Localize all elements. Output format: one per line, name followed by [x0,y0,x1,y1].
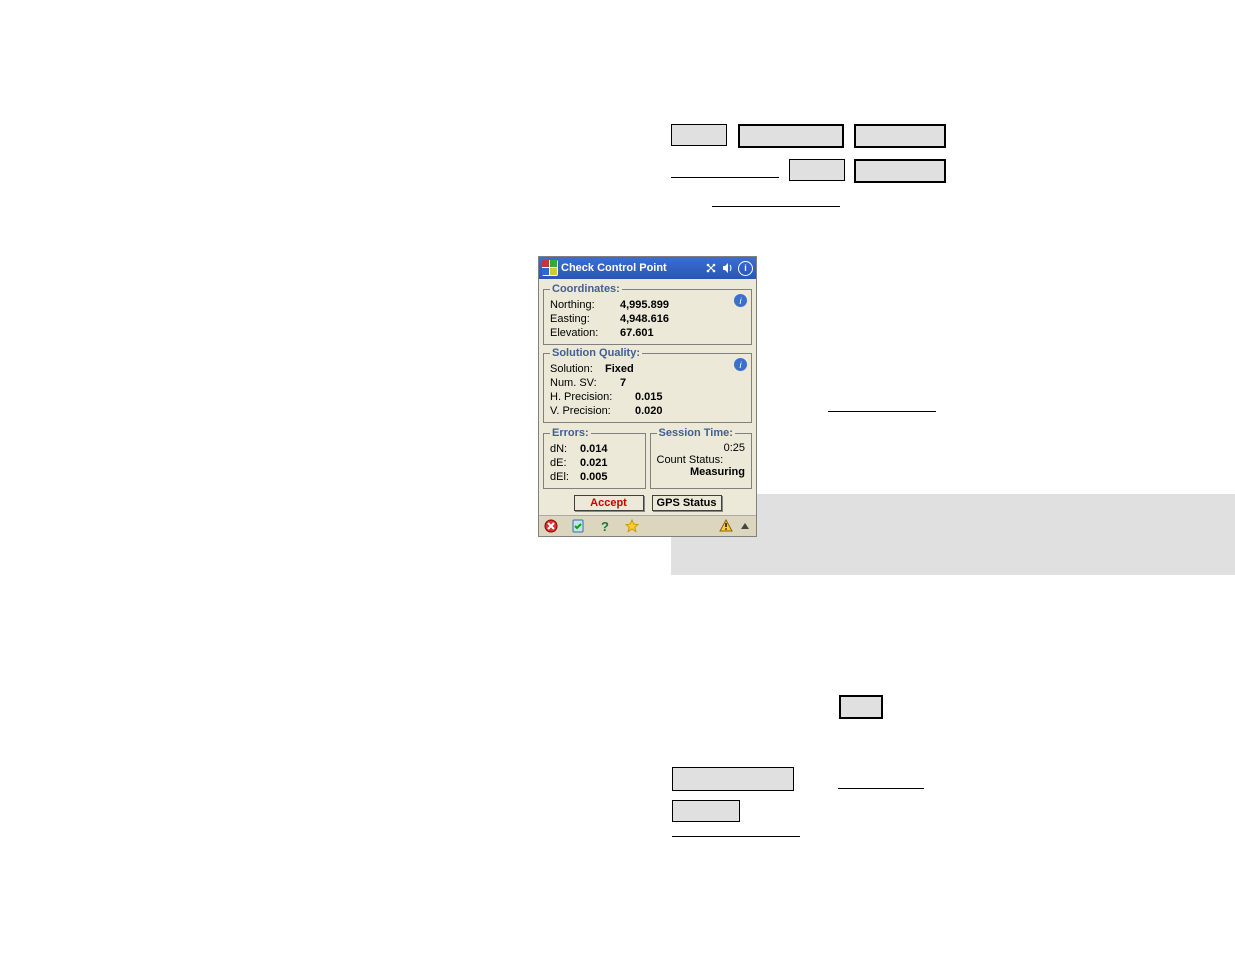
decor-box [789,159,845,181]
decor-box [672,800,740,822]
errors-group: Errors: dN:0.014 dE:0.021 dEl:0.005 [543,427,646,489]
arrow-up-icon[interactable] [737,519,752,534]
gps-status-button[interactable]: GPS Status [652,495,722,511]
dn-value: 0.014 [580,442,608,456]
coordinates-group: Coordinates: i Northing:4,995.899 Eastin… [543,283,752,345]
easting-value: 4,948.616 [620,312,669,326]
vprec-label: V. Precision: [550,404,635,418]
northing-label: Northing: [550,298,620,312]
del-label: dEl: [550,470,580,484]
easting-label: Easting: [550,312,620,326]
session-time-legend: Session Time: [657,427,735,439]
coordinates-legend: Coordinates: [550,283,622,295]
decor-underline [712,206,840,207]
help-icon[interactable]: ? [597,519,612,534]
decor-box [738,124,844,148]
group-info-icon[interactable]: i [734,358,747,371]
elevation-value: 67.601 [620,326,654,340]
decor-box [854,159,946,183]
decor-box [672,767,794,791]
accept-button[interactable]: Accept [574,495,644,511]
northing-value: 4,995.899 [620,298,669,312]
errors-legend: Errors: [550,427,591,439]
titlebar: Check Control Point i [539,257,756,279]
connection-icon[interactable] [704,262,718,274]
session-time-value: 0:25 [657,442,746,454]
decor-underline [838,788,924,789]
panel-body: Coordinates: i Northing:4,995.899 Eastin… [539,279,756,515]
group-info-icon[interactable]: i [734,294,747,307]
star-icon[interactable] [624,519,639,534]
decor-underline [672,836,800,837]
decor-box [671,124,727,146]
session-time-group: Session Time: 0:25 Count Status: Measuri… [650,427,753,489]
speaker-icon[interactable] [721,262,735,274]
window-title: Check Control Point [561,262,701,274]
de-label: dE: [550,456,580,470]
del-value: 0.005 [580,470,608,484]
decor-underline [671,177,779,178]
count-status-value: Measuring [657,466,746,478]
dn-label: dN: [550,442,580,456]
elevation-label: Elevation: [550,326,620,340]
numsv-value: 7 [620,376,626,390]
svg-text:?: ? [601,519,609,533]
windows-flag-icon [542,260,558,276]
decor-box [839,695,883,719]
count-status-label: Count Status: [657,454,746,466]
solution-quality-legend: Solution Quality: [550,347,642,359]
warning-icon[interactable] [718,519,733,534]
close-icon[interactable] [543,519,558,534]
solution-label: Solution: [550,362,605,376]
info-icon[interactable]: i [738,261,753,276]
solution-value: Fixed [605,362,634,376]
numsv-label: Num. SV: [550,376,620,390]
hprec-label: H. Precision: [550,390,635,404]
hprec-value: 0.015 [635,390,663,404]
vprec-value: 0.020 [635,404,663,418]
decor-box [854,124,946,148]
clipboard-check-icon[interactable] [570,519,585,534]
check-control-point-window: Check Control Point i Coordinates: i Nor… [538,256,757,537]
decor-underline [828,411,936,412]
solution-quality-group: Solution Quality: i Solution:Fixed Num. … [543,347,752,423]
de-value: 0.021 [580,456,608,470]
bottom-toolbar: ? [539,515,756,536]
